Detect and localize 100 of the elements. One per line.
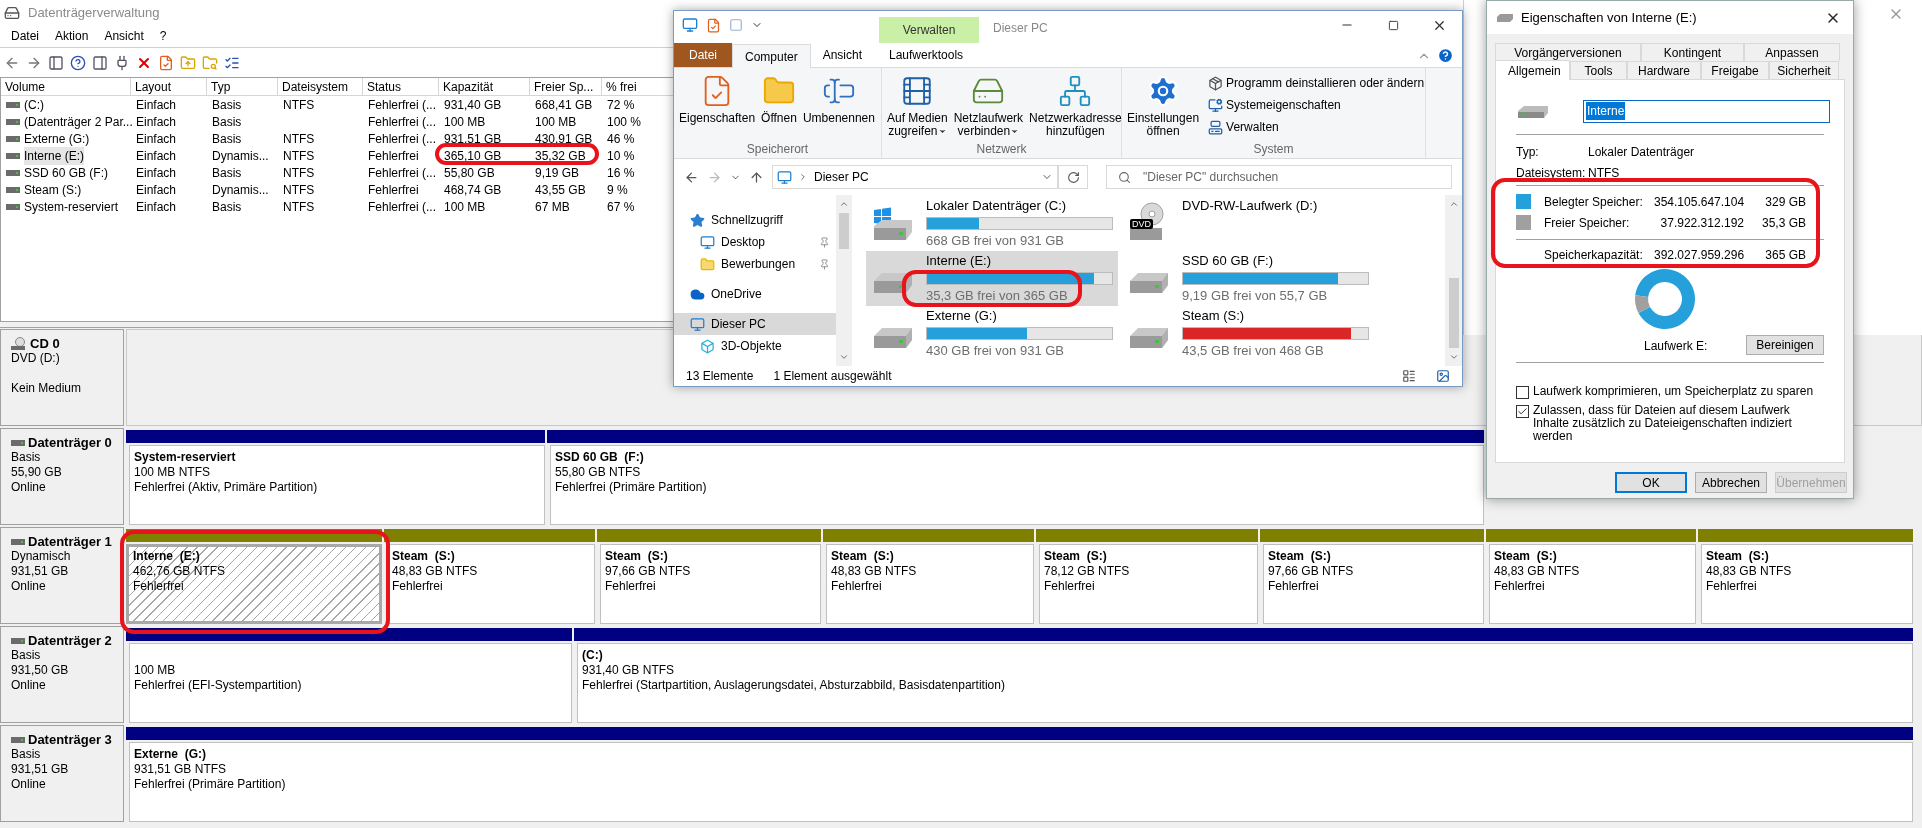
dialog-tab[interactable]: Tools (1570, 61, 1627, 79)
ribbon-button[interactable]: Umbenennen (801, 74, 876, 140)
refresh-button[interactable] (1058, 165, 1088, 189)
menu-item[interactable]: Ansicht (97, 27, 151, 45)
scroll-up-icon[interactable] (1448, 199, 1459, 209)
dialog-tab[interactable]: Sicherheit (1769, 61, 1839, 79)
drive-tile[interactable]: DVD DVD-RW-Laufwerk (D:) (1122, 196, 1374, 251)
details-view-icon[interactable] (1402, 369, 1416, 383)
up-icon[interactable] (749, 169, 764, 185)
partition-panel[interactable]: Steam (S:) 78,12 GB NTFS Fehlerfrei (1039, 544, 1258, 624)
scroll-up-icon[interactable] (839, 199, 849, 209)
drive-tile[interactable]: Steam (S:) 43,5 GB frei von 468 GB (1122, 306, 1374, 361)
scrollbar[interactable] (1445, 195, 1462, 366)
checkbox[interactable] (1516, 386, 1529, 399)
search-field[interactable]: "Dieser PC" durchsuchen (1106, 165, 1452, 189)
ribbon-button[interactable]: Netzwerkadresse hinzufügen (1028, 74, 1123, 140)
checkbox-label: Zulassen, dass für Dateien auf diesem Laufwerk Inhalte zusätzlich zu Dateieigenschaften indiziert werden (1533, 404, 1793, 443)
check-document-icon[interactable] (158, 54, 174, 71)
column-header[interactable]: Volume (1, 78, 131, 95)
partition-panel[interactable]: Steam (S:) 48,83 GB NTFS Fehlerfrei (826, 544, 1034, 624)
dialog-button[interactable]: Abbrechen (1695, 472, 1767, 493)
ribbon-link[interactable]: Systemeigenschaften (1208, 96, 1425, 114)
partition-panel[interactable]: Interne (E:) 462,76 GB NTFS Fehlerfrei (126, 544, 382, 624)
partition-panel[interactable]: Steam (S:) 97,66 GB NTFS Fehlerfrei (1263, 544, 1484, 624)
address-field[interactable]: Dieser PC (772, 165, 1058, 189)
name-field[interactable]: Interne (1583, 99, 1830, 123)
folder-search-icon[interactable] (202, 54, 218, 71)
ribbon-button[interactable]: Auf Medien zugreifen (886, 74, 949, 140)
dialog-tab[interactable]: Allgemein (1495, 60, 1570, 80)
ribbon-tab[interactable]: Ansicht (810, 43, 875, 67)
ribbon-link[interactable]: Programm deinstallieren oder ändern (1208, 74, 1425, 92)
ribbon-button[interactable]: Öffnen (760, 74, 798, 140)
forward-icon[interactable] (707, 169, 722, 185)
ribbon-tab[interactable]: Laufwerktools (876, 43, 977, 67)
partition-panel[interactable]: Steam (S:) 48,83 GB NTFS Fehlerfrei (387, 544, 595, 624)
column-header[interactable]: Freier Sp... (530, 78, 602, 95)
partition-panel[interactable]: Steam (S:) 97,66 GB NTFS Fehlerfrei (600, 544, 821, 624)
nav-item[interactable]: Dieser PC (674, 313, 836, 335)
partition-panel[interactable]: (C:) 931,40 GB NTFS Fehlerfrei (Startpartition, Auslagerungsdatei, Absturzabbild, Basisdatenpartition) (577, 643, 1913, 723)
partition-panel[interactable]: 100 MB Fehlerfrei (EFI-Systempartition) (129, 643, 572, 723)
table-cell[interactable]: Externe (G:) (24, 129, 90, 148)
partition-panel[interactable]: System-reserviert 100 MB NTFS Fehlerfrei (Aktiv, Primäre Partition) (129, 445, 545, 525)
cleanup-button[interactable]: Bereinigen (1746, 335, 1824, 355)
column-header[interactable]: Typ (207, 78, 278, 95)
nav-item[interactable]: Schnellzugriff (674, 209, 836, 231)
table-cell[interactable]: (Datenträger 2 Par... (24, 112, 133, 131)
ribbon-tab[interactable]: Computer (732, 44, 811, 68)
scroll-down-icon[interactable] (1448, 352, 1459, 362)
scroll-down-icon[interactable] (839, 352, 849, 362)
drive-tile[interactable]: Externe (G:) 430 GB frei von 931 GB (866, 306, 1118, 361)
nav-item[interactable]: 3D-Objekte (674, 335, 836, 357)
dialog-button[interactable]: OK (1615, 472, 1687, 493)
ribbon-link[interactable]: Verwalten (1208, 118, 1425, 136)
table-cell[interactable]: (C:) (24, 95, 44, 114)
partition-status: Fehlerfrei (Startpartition, Auslagerungsdatei, Absturzabbild, Basisdatenpartition) (582, 678, 1005, 693)
menu-item[interactable]: Aktion (48, 27, 96, 45)
partition-panel[interactable]: Externe (G:) 931,51 GB NTFS Fehlerfrei (Primäre Partition) (129, 742, 1913, 822)
panel-icon[interactable] (92, 54, 108, 71)
partition-panel[interactable]: Steam (S:) 48,83 GB NTFS Fehlerfrei (1489, 544, 1696, 624)
drive-tile[interactable]: SSD 60 GB (F:) 9,19 GB frei von 55,7 GB (1122, 251, 1374, 306)
partition-panel[interactable]: Steam (S:) 48,83 GB NTFS Fehlerfrei (1701, 544, 1913, 624)
column-header[interactable]: Layout (131, 78, 207, 95)
ribbon-button[interactable]: Einstellungen öffnen (1126, 74, 1201, 140)
table-cell[interactable]: Interne (E:) (24, 146, 85, 165)
table-cell[interactable]: Steam (S:) (24, 180, 82, 199)
plug-icon[interactable] (114, 54, 130, 71)
scrollbar[interactable] (836, 195, 852, 366)
scrollbar-thumb[interactable] (839, 213, 849, 249)
drive-tile[interactable]: Lokaler Datenträger (C:) 668 GB frei von 931 GB (866, 196, 1118, 251)
tiles-view-icon[interactable] (1436, 369, 1450, 383)
ribbon-button[interactable]: Netzlaufwerk verbinden (952, 74, 1025, 140)
table-cell[interactable]: System-reserviert (24, 197, 118, 216)
nav-item[interactable]: Desktop (674, 231, 836, 253)
partition-panel[interactable]: SSD 60 GB (F:) 55,80 GB NTFS Fehlerfrei (Primäre Partition) (550, 445, 1484, 525)
column-header[interactable]: Kapazität (439, 78, 530, 95)
dialog-tab[interactable]: Hardware (1627, 61, 1701, 79)
ribbon-button[interactable]: Eigenschaften (678, 74, 757, 140)
properties-icon[interactable] (706, 17, 721, 33)
dialog-tab[interactable]: Freigabe (1701, 61, 1769, 79)
menu-item[interactable]: ? (152, 27, 174, 45)
dialog-tab[interactable]: Kontingent (1641, 43, 1744, 61)
table-cell[interactable]: SSD 60 GB (F:) (24, 163, 109, 182)
column-header[interactable]: Dateisystem (278, 78, 363, 95)
back-icon[interactable] (684, 169, 699, 185)
scrollbar-thumb[interactable] (1448, 278, 1459, 348)
partition-status: Fehlerfrei (1706, 579, 1757, 594)
drive-name: Steam (S:) (1182, 307, 1246, 325)
menu-item[interactable]: Datei (4, 27, 46, 45)
nav-item[interactable]: OneDrive (674, 283, 836, 305)
checkbox[interactable] (1516, 405, 1529, 418)
column-header[interactable]: Status (363, 78, 439, 95)
panel-icon[interactable] (48, 54, 64, 71)
folder-up-icon[interactable] (180, 54, 196, 71)
dialog-tab[interactable]: Anpassen (1744, 43, 1840, 61)
dialog-tab[interactable]: Vorgängerversionen (1495, 43, 1641, 61)
ribbon-tab[interactable]: Datei (674, 43, 732, 67)
help-icon[interactable] (70, 54, 86, 71)
nav-item[interactable]: Bewerbungen (674, 253, 836, 275)
disk-type: DVD (D:) (11, 351, 61, 366)
nav-label: Schnellzugriff (711, 212, 783, 229)
